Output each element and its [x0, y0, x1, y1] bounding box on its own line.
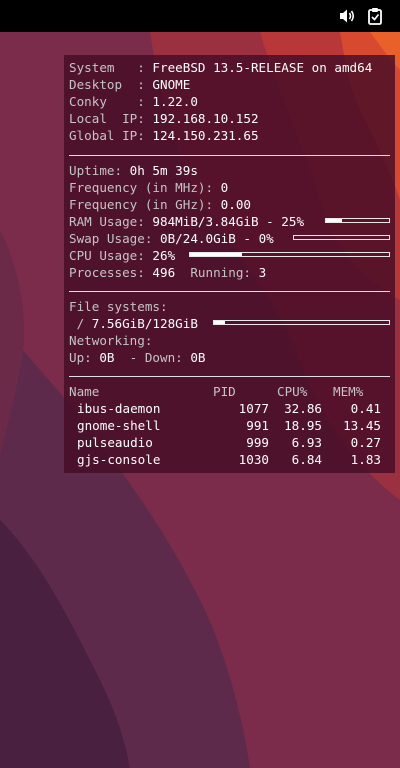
- cpu-row: CPU Usage: 26%: [69, 247, 175, 264]
- cpu-usage-fill: [190, 253, 242, 256]
- down-label: - Down:: [114, 350, 191, 365]
- process-cpu: 6.84: [291, 452, 322, 467]
- process-cpu: 18.95: [284, 418, 322, 433]
- ram-usage-fill: [326, 219, 342, 222]
- freq-mhz-label: Frequency (in MHz):: [69, 180, 221, 195]
- freq-ghz-label: Frequency (in GHz):: [69, 197, 221, 212]
- filesystems-label: File systems:: [69, 299, 168, 314]
- desktop-value: GNOME: [152, 77, 191, 92]
- process-pid: 1077: [238, 401, 269, 416]
- network-row: Up: 0B - Down: 0B: [69, 349, 206, 366]
- uptime-label: Uptime:: [69, 163, 130, 178]
- process-name: pulseaudio: [77, 435, 153, 450]
- cpu-value: 26%: [152, 248, 176, 263]
- processes-value: 496: [152, 265, 176, 280]
- divider: [69, 291, 390, 292]
- uptime-row: Uptime: 0h 5m 39s: [69, 162, 198, 179]
- conky-label: Conky :: [69, 94, 153, 109]
- system-value: FreeBSD 13.5-RELEASE on amd64: [152, 60, 373, 75]
- local-ip-label: Local IP:: [69, 111, 153, 126]
- fs-root-usage-bar: [213, 320, 390, 325]
- divider: [69, 155, 390, 156]
- freq-ghz-row: Frequency (in GHz): 0.00: [69, 196, 251, 213]
- freq-mhz-value: 0: [220, 180, 229, 195]
- divider: [69, 376, 390, 377]
- swap-usage-bar: [293, 235, 390, 240]
- ram-usage-bar: [325, 218, 390, 223]
- up-label: Up:: [69, 350, 100, 365]
- desktop-row: Desktop : GNOME: [69, 76, 190, 93]
- uptime-value: 0h 5m 39s: [129, 163, 198, 178]
- networking-label: Networking:: [69, 333, 153, 348]
- ram-label: RAM Usage:: [69, 214, 153, 229]
- global-ip-row: Global IP: 124.150.231.65: [69, 127, 259, 144]
- networking-heading: Networking:: [69, 332, 152, 349]
- system-row: System : FreeBSD 13.5-RELEASE on amd64: [69, 59, 372, 76]
- process-name: ibus-daemon: [77, 401, 161, 416]
- col-header-mem: MEM%: [333, 384, 364, 399]
- fs-root-row: / 7.56GiB/128GiB: [69, 315, 198, 332]
- process-pid: 999: [246, 435, 269, 450]
- process-name: gjs-console: [77, 452, 161, 467]
- desktop-label: Desktop :: [69, 77, 153, 92]
- top-bar: [0, 0, 400, 32]
- col-header-pid: PID: [213, 384, 236, 399]
- local-ip-value: 192.168.10.152: [152, 111, 259, 126]
- swap-row: Swap Usage: 0B/24.0GiB - 0%: [69, 230, 274, 247]
- fs-root-usage-fill: [214, 321, 225, 324]
- ram-value: 984MiB/3.84GiB - 25%: [152, 214, 305, 229]
- cpu-usage-bar: [189, 252, 390, 257]
- up-value: 0B: [99, 350, 115, 365]
- conky-widget: System : FreeBSD 13.5-RELEASE on amd64 D…: [64, 55, 395, 473]
- processes-label: Processes:: [69, 265, 153, 280]
- fs-root-label: /: [69, 316, 92, 331]
- conky-version-row: Conky : 1.22.0: [69, 93, 198, 110]
- clipboard-icon[interactable]: [366, 7, 384, 25]
- process-mem: 13.45: [343, 418, 381, 433]
- process-mem: 1.83: [350, 452, 381, 467]
- ram-row: RAM Usage: 984MiB/3.84GiB - 25%: [69, 213, 304, 230]
- global-ip-value: 124.150.231.65: [152, 128, 259, 143]
- speaker-volume-icon[interactable]: [338, 7, 356, 25]
- process-name: gnome-shell: [77, 418, 161, 433]
- freq-ghz-value: 0.00: [220, 197, 251, 212]
- system-label: System :: [69, 60, 153, 75]
- local-ip-row: Local IP: 192.168.10.152: [69, 110, 259, 127]
- cpu-label: CPU Usage:: [69, 248, 153, 263]
- fs-root-value: 7.56GiB/128GiB: [91, 316, 198, 331]
- process-cpu: 32.86: [284, 401, 322, 416]
- process-mem: 0.27: [350, 435, 381, 450]
- process-pid: 1030: [238, 452, 269, 467]
- conky-version-value: 1.22.0: [152, 94, 198, 109]
- global-ip-label: Global IP:: [69, 128, 153, 143]
- running-value: 3: [258, 265, 267, 280]
- freq-mhz-row: Frequency (in MHz): 0: [69, 179, 228, 196]
- down-value: 0B: [190, 350, 206, 365]
- col-header-cpu: CPU%: [277, 384, 308, 399]
- running-label: Running:: [175, 265, 259, 280]
- swap-label: Swap Usage:: [69, 231, 160, 246]
- process-pid: 991: [246, 418, 269, 433]
- process-mem: 0.41: [350, 401, 381, 416]
- swap-value: 0B/24.0GiB - 0%: [160, 231, 274, 246]
- filesystems-heading: File systems:: [69, 298, 168, 315]
- processes-row: Processes: 496 Running: 3: [69, 264, 266, 281]
- process-cpu: 6.93: [291, 435, 322, 450]
- col-header-name: Name: [69, 384, 100, 399]
